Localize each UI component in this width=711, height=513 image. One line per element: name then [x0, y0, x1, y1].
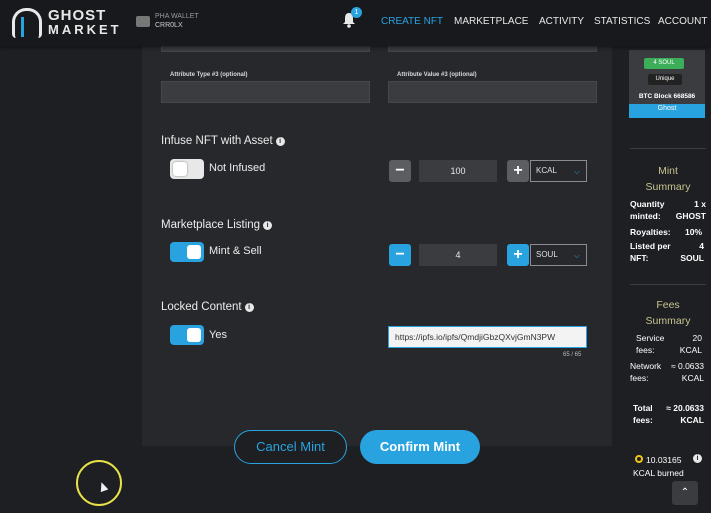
price-token-select[interactable]: SOUL ⌵: [530, 244, 587, 266]
attribute-type-3-label: Attribute Type #3 (optional): [170, 72, 248, 78]
network-fees-label: Network fees:: [630, 361, 662, 383]
nav-activity[interactable]: ACTIVITY: [539, 16, 584, 27]
nav-create-nft[interactable]: CREATE NFT: [381, 16, 443, 27]
chevron-up-icon: ⌃: [680, 487, 690, 498]
character-counter: 65 / 65: [563, 352, 582, 358]
locked-content-section-label: Locked Content i: [161, 301, 254, 313]
price-badge: 4 SOUL: [644, 58, 684, 69]
unique-badge: Unique: [648, 74, 682, 85]
scroll-to-top-button[interactable]: ⌃: [672, 481, 698, 505]
cancel-mint-button[interactable]: Cancel Mint: [234, 430, 347, 464]
attribute-value-2-field[interactable]: [161, 46, 370, 52]
infuse-amount-input[interactable]: 100: [419, 160, 497, 182]
chevron-down-icon: ⌵: [573, 251, 580, 260]
nav-statistics[interactable]: STATISTICS: [594, 16, 650, 27]
attribute-value-2b-field[interactable]: [388, 46, 597, 52]
price-amount-input[interactable]: 4: [419, 244, 497, 266]
info-icon[interactable]: i: [275, 137, 285, 146]
logo-text-line1: GHOST: [48, 7, 107, 24]
locked-content-toggle[interactable]: [170, 325, 204, 345]
locked-content-url-input[interactable]: https://ipfs.io/ipfs/QmdjiGbzQXvjGmN3PW: [388, 326, 587, 348]
wallet-icon: [136, 15, 150, 27]
total-fees-value: ≈ 20.0633 KCAL: [666, 403, 704, 425]
wallet-selector[interactable]: PHA WALLET CRR0LX: [136, 12, 199, 30]
nft-preview-card[interactable]: 4 SOUL Unique BTC Block 668586 Ghost: [629, 50, 705, 118]
infuse-section-label: Infuse NFT with Asset i: [161, 135, 285, 147]
info-icon[interactable]: i: [693, 454, 702, 463]
price-decrement-button[interactable]: −: [389, 244, 411, 266]
divider: [630, 284, 706, 285]
listing-toggle[interactable]: [170, 242, 204, 262]
infuse-toggle[interactable]: [170, 159, 204, 179]
listed-per-value: 4 SOUL: [680, 241, 704, 263]
top-navigation-bar: GHOST MARKET PHA WALLET CRR0LX 1 CREATE …: [0, 0, 711, 46]
info-icon[interactable]: i: [263, 221, 273, 230]
wallet-label: PHA WALLET: [155, 13, 199, 20]
nav-account[interactable]: ACCOUNT: [658, 16, 707, 27]
wallet-address: CRR0LX: [155, 22, 183, 29]
locked-content-toggle-label: Yes: [209, 329, 227, 341]
infuse-token-select[interactable]: KCAL ⌵: [530, 160, 587, 182]
nft-title: BTC Block 668586: [638, 93, 696, 100]
royalties-label: Royalties:: [630, 227, 671, 237]
chevron-down-icon: ⌵: [573, 167, 580, 176]
attribute-type-3-input[interactable]: [161, 81, 370, 103]
nft-collection: Ghost: [629, 104, 705, 114]
infuse-toggle-label: Not Infused: [209, 162, 266, 174]
service-fees-label: Service fees:: [636, 333, 665, 355]
quantity-value: 1 x GHOST: [675, 199, 706, 221]
fees-summary-heading: Fees Summary: [645, 299, 691, 327]
network-fees-value: ≈ 0.0633 KCAL: [670, 361, 704, 383]
burn-amount: 10.03165: [646, 455, 682, 465]
infuse-decrement-button[interactable]: −: [389, 160, 411, 182]
price-increment-button[interactable]: +: [507, 244, 529, 266]
listing-toggle-label: Mint & Sell: [209, 245, 262, 257]
burn-label: KCAL burned: [633, 468, 684, 478]
listing-section-label: Marketplace Listing i: [161, 219, 273, 231]
listed-per-label: Listed per NFT:: [630, 241, 671, 263]
royalties-value: 10%: [685, 227, 703, 237]
nav-marketplace[interactable]: MARKETPLACE: [454, 16, 528, 27]
ghost-market-logo[interactable]: GHOST MARKET: [12, 6, 122, 40]
attribute-value-3-input[interactable]: [388, 81, 597, 103]
confirm-mint-button[interactable]: Confirm Mint: [360, 430, 480, 464]
service-fees-value: 20 KCAL: [679, 333, 702, 355]
notification-count-badge: 1: [351, 7, 362, 18]
mint-summary-heading: Mint Summary: [645, 165, 691, 193]
divider: [630, 148, 706, 149]
info-icon[interactable]: i: [244, 303, 254, 312]
logo-text-line2: MARKET: [48, 22, 122, 37]
infuse-increment-button[interactable]: +: [507, 160, 529, 182]
burn-icon: [635, 455, 643, 463]
attribute-value-3-label: Attribute Value #3 (optional): [397, 72, 477, 78]
ghost-logo-icon: [12, 8, 42, 38]
